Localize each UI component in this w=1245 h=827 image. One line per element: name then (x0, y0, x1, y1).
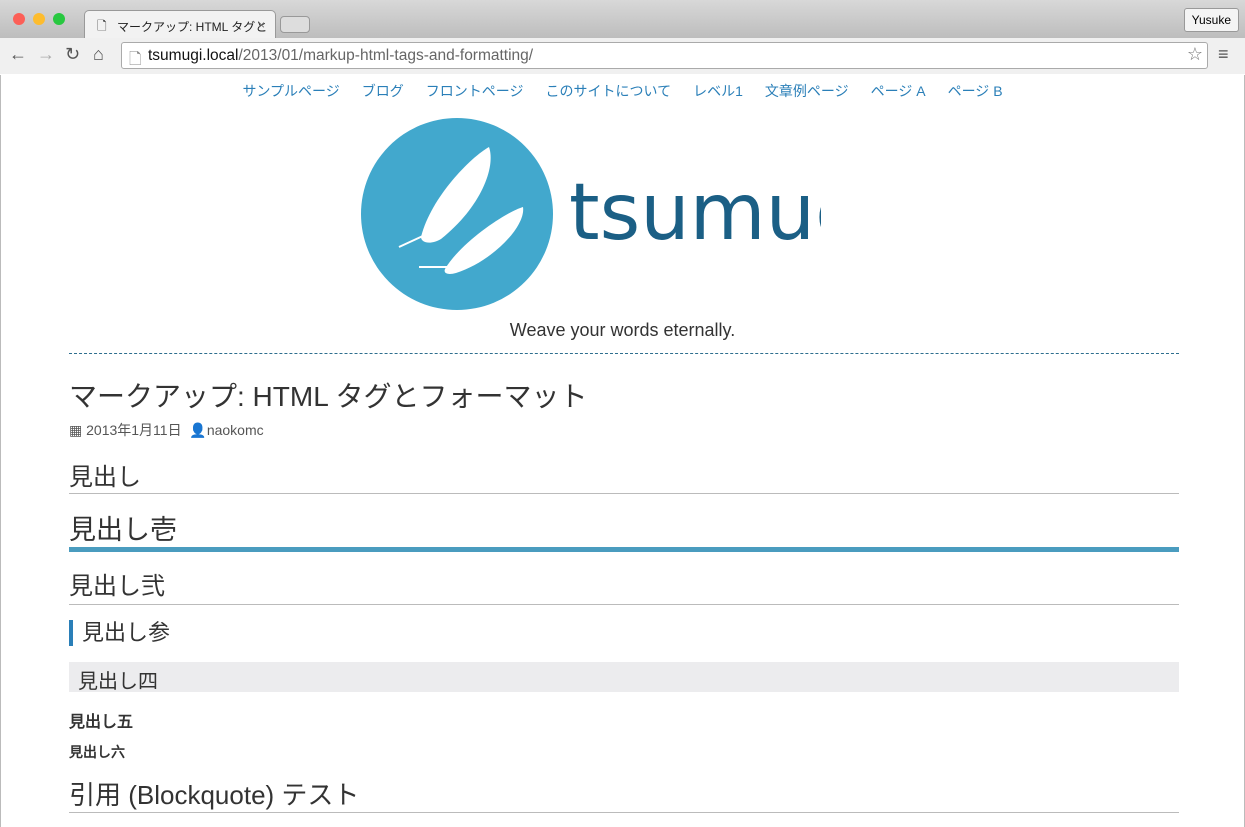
profile-button[interactable]: Yusuke (1183, 8, 1239, 32)
user-icon: 👤 (189, 422, 207, 438)
address-bar[interactable]: 🗋 tsumugi.local/2013/01/markup-html-tags… (121, 42, 1208, 69)
site-tagline: Weave your words eternally. (509, 320, 736, 340)
page: サンプルページ ブログ フロントページ このサイトについて レベル1 文章例ページ ページ … (0, 75, 1245, 827)
home-icon[interactable]: ⌂ (93, 44, 104, 65)
nav-item[interactable]: サンプルページ (242, 83, 339, 99)
nav-item[interactable]: フロントページ (426, 83, 524, 99)
heading-3: 見出し参 (69, 620, 1179, 646)
nav-item[interactable]: このサイトについて (546, 83, 672, 99)
minimize-window-button[interactable] (33, 13, 45, 25)
post-date[interactable]: 2013年1月11日 (86, 422, 181, 438)
browser-chrome: 🗋 マークアップ: HTML タグと × Yusuke ← → ↻ ⌂ 🗋 ts… (0, 0, 1245, 74)
back-icon[interactable]: ← (9, 44, 27, 65)
tab-active[interactable]: 🗋 マークアップ: HTML タグと × (84, 10, 276, 40)
close-window-button[interactable] (13, 13, 25, 25)
site-nav: サンプルページ ブログ フロントページ このサイトについて レベル1 文章例ページ ページ … (1, 81, 1244, 101)
toolbar: ← → ↻ ⌂ 🗋 tsumugi.local/2013/01/markup-h… (0, 38, 1245, 74)
menu-icon[interactable]: ≡ (1218, 44, 1229, 65)
site-name-text: tsumugi (569, 168, 821, 258)
site-logo[interactable]: tsumugi (361, 117, 886, 322)
post-author[interactable]: naokomc (207, 422, 264, 438)
heading-5: 見出し五 (69, 714, 134, 731)
tab-close-icon[interactable]: × (258, 18, 265, 32)
nav-item[interactable]: ページ B (948, 83, 1003, 99)
calendar-icon: ▦ (69, 422, 83, 438)
nav-item[interactable]: ページ A (871, 83, 926, 99)
new-tab-button[interactable] (280, 16, 310, 33)
blockquote-heading: 引用 (Blockquote) テスト (69, 775, 1179, 813)
bookmark-star-icon[interactable]: ☆ (1187, 44, 1203, 65)
url-path: /2013/01/markup-html-tags-and-formatting… (238, 47, 534, 64)
tab-title: マークアップ: HTML タグと (117, 20, 268, 34)
nav-item[interactable]: ブログ (362, 83, 404, 99)
heading-4: 見出し四 (69, 662, 1179, 693)
heading-1: 見出し壱 (69, 508, 1179, 552)
heading-6: 見出し六 (69, 744, 125, 760)
forward-icon[interactable]: → (37, 44, 55, 65)
feather-logo-icon: tsumugi (361, 118, 886, 310)
header-divider (69, 353, 1179, 354)
page-icon: 🗋 (129, 51, 142, 68)
post-title: マークアップ: HTML タグとフォーマット (69, 381, 588, 412)
post-meta: ▦ 2013年1月11日 👤naokomc (69, 420, 1179, 440)
heading: 見出し (69, 457, 1179, 494)
nav-item[interactable]: レベル1 (693, 83, 743, 99)
url-host: tsumugi.local (148, 47, 239, 64)
nav-item[interactable]: 文章例ページ (765, 83, 849, 99)
tab-strip: 🗋 マークアップ: HTML タグと × Yusuke (0, 0, 1245, 40)
heading-2: 見出し弐 (69, 566, 1179, 605)
page-icon: 🗋 (97, 19, 107, 33)
zoom-window-button[interactable] (53, 13, 65, 25)
reload-icon[interactable]: ↻ (65, 44, 80, 65)
